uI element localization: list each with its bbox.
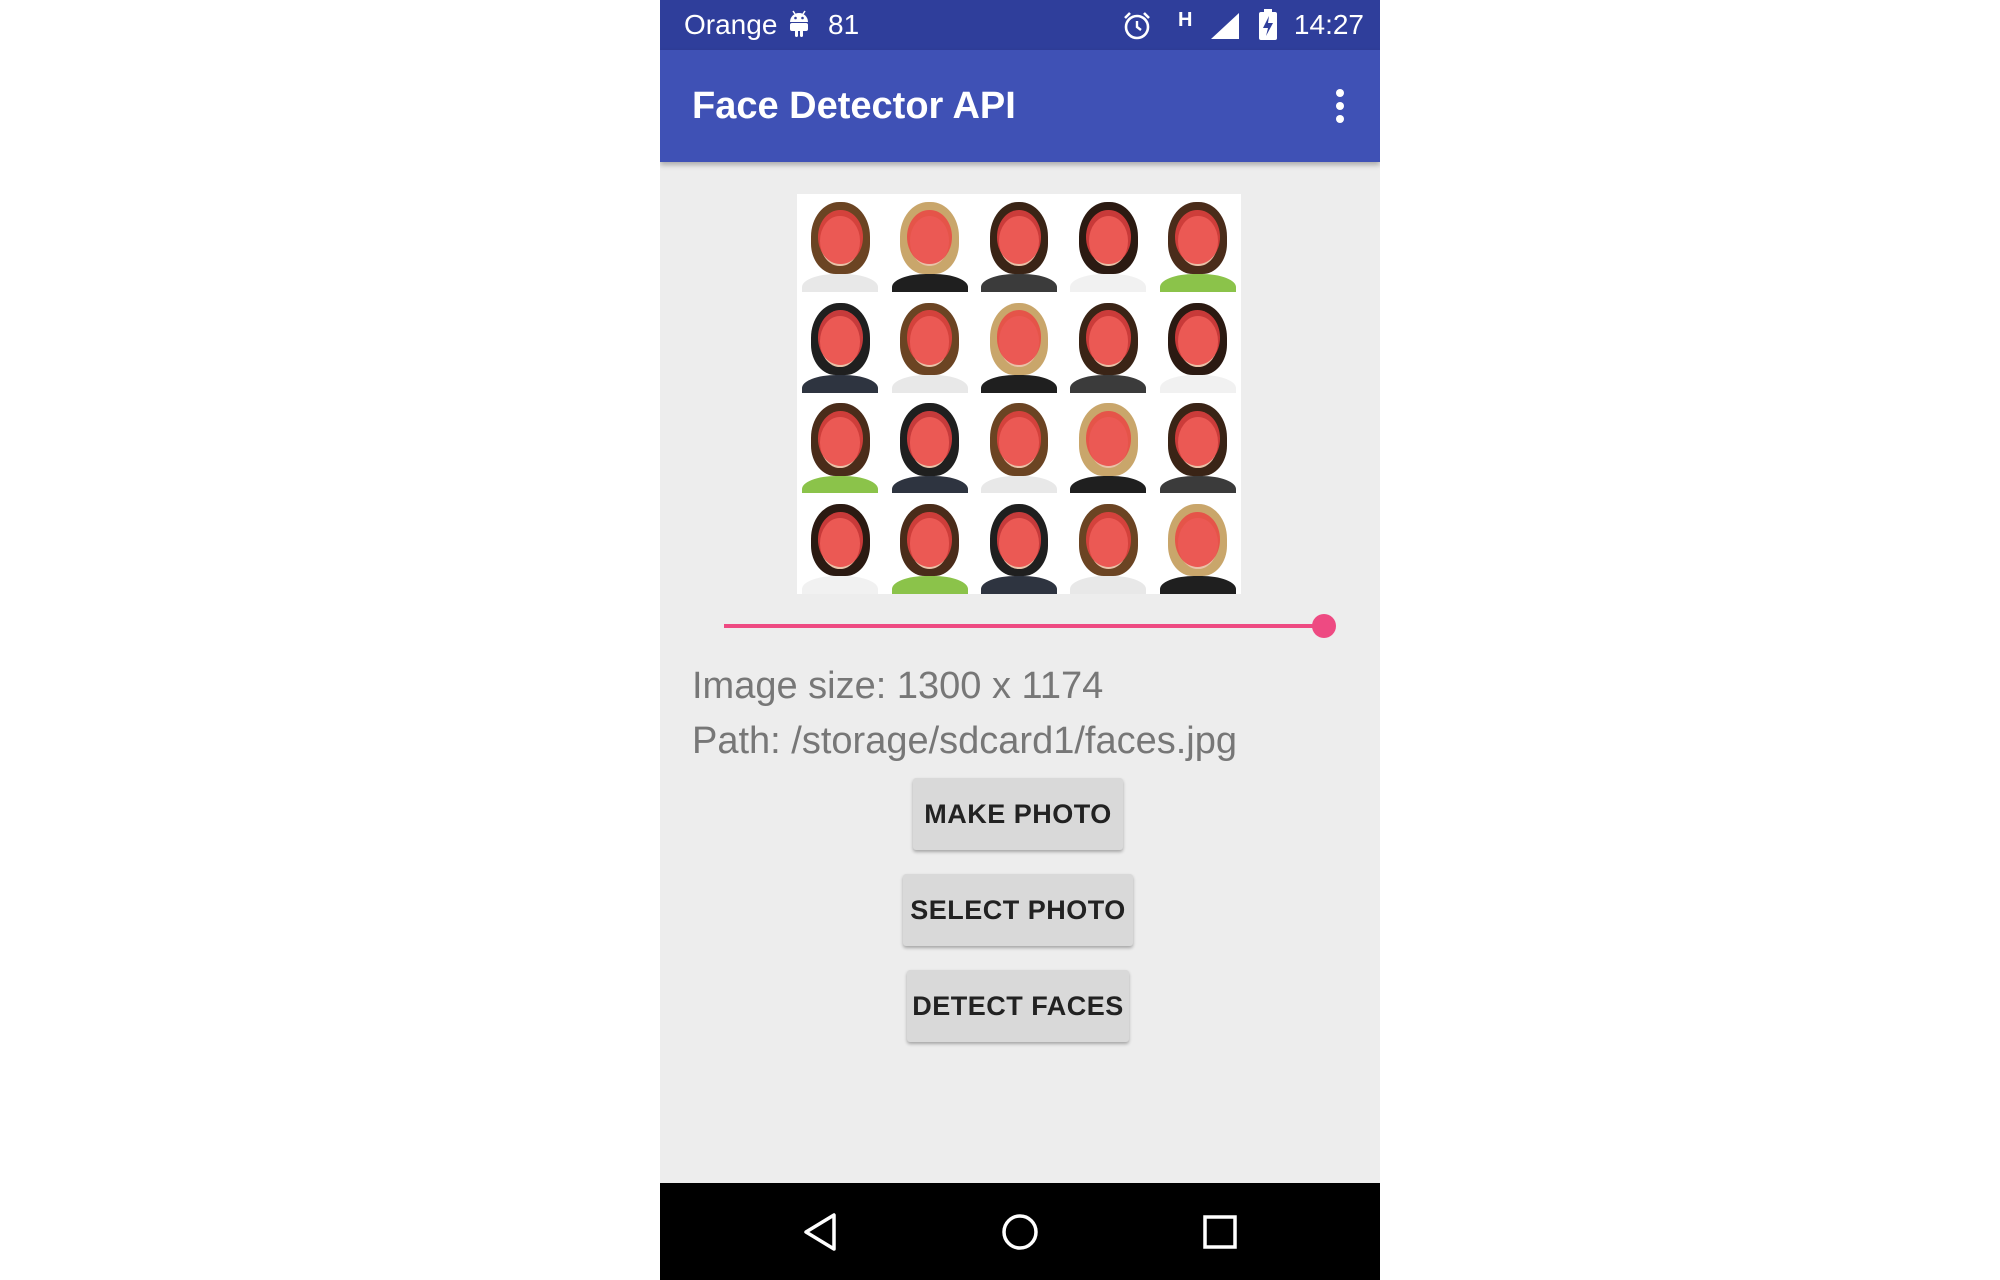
face-thumbnail: [1065, 295, 1151, 393]
face-thumbnail: [797, 496, 883, 594]
face-detection-overlay: [996, 411, 1042, 466]
face-detection-overlay: [817, 310, 863, 366]
phone-screen: Orange 81 H 14:27 Face Detector API Imag…: [660, 0, 1380, 1280]
face-detection-overlay: [907, 411, 953, 466]
face-detection-overlay: [817, 411, 863, 466]
face-thumbnail: [886, 496, 972, 594]
face-thumbnail: [1065, 496, 1151, 594]
image-scale-slider[interactable]: [724, 612, 1336, 640]
face-detection-overlay: [1085, 411, 1131, 466]
more-vert-icon[interactable]: [1312, 78, 1368, 134]
slider-fill: [724, 624, 1324, 628]
image-path-label: Path: /storage/sdcard1/faces.jpg: [692, 720, 1237, 762]
face-detection-overlay: [1085, 209, 1131, 265]
face-detection-overlay: [1085, 511, 1131, 567]
face-detection-overlay: [907, 511, 953, 567]
face-thumbnail: [976, 295, 1062, 393]
network-type-label: H: [1178, 9, 1193, 31]
face-thumbnail: [1065, 396, 1151, 494]
navigation-bar: [660, 1183, 1380, 1280]
face-thumbnail: [976, 194, 1062, 292]
face-detection-overlay: [996, 310, 1042, 366]
battery-level-label: 81: [828, 9, 860, 40]
face-detection-overlay: [817, 209, 863, 265]
face-thumbnail: [886, 194, 972, 292]
status-bar: Orange 81 H 14:27: [660, 0, 1380, 50]
signal-icon: [1210, 12, 1240, 45]
select-photo-button[interactable]: SELECT PHOTO: [903, 874, 1133, 946]
face-thumbnail: [797, 396, 883, 494]
face-thumbnail: [1155, 295, 1241, 393]
face-detection-overlay: [996, 511, 1042, 567]
face-detection-overlay: [1085, 310, 1131, 366]
face-thumbnail: [797, 295, 883, 393]
slider-thumb[interactable]: [1312, 614, 1336, 638]
face-thumbnail: [886, 295, 972, 393]
face-thumbnail: [797, 194, 883, 292]
face-thumbnail: [976, 396, 1062, 494]
face-detection-overlay: [907, 209, 953, 265]
carrier-label: Orange: [684, 9, 778, 40]
face-detection-overlay: [1175, 411, 1221, 466]
recents-icon[interactable]: [1195, 1207, 1245, 1257]
face-thumbnail: [1065, 194, 1151, 292]
face-thumbnail: [1155, 496, 1241, 594]
image-size-label: Image size: 1300 x 1174: [692, 665, 1104, 707]
face-thumbnail: [1155, 194, 1241, 292]
face-detection-image: [797, 194, 1241, 594]
home-icon[interactable]: [995, 1207, 1045, 1257]
alarm-icon: [1122, 11, 1152, 46]
make-photo-button[interactable]: MAKE PHOTO: [913, 778, 1123, 850]
app-bar: Face Detector API: [660, 50, 1380, 162]
face-thumbnail: [976, 496, 1062, 594]
detect-faces-button[interactable]: DETECT FACES: [907, 970, 1129, 1042]
app-title: Face Detector API: [692, 85, 1016, 127]
face-thumbnail: [1155, 396, 1241, 494]
battery-charging-icon: [1258, 9, 1278, 46]
face-detection-overlay: [907, 310, 953, 366]
face-detection-overlay: [1175, 511, 1221, 567]
face-detection-overlay: [817, 511, 863, 567]
clock-label: 14:27: [1293, 9, 1364, 40]
back-icon[interactable]: [796, 1207, 846, 1257]
android-icon: [788, 10, 810, 43]
face-thumbnail: [886, 396, 972, 494]
